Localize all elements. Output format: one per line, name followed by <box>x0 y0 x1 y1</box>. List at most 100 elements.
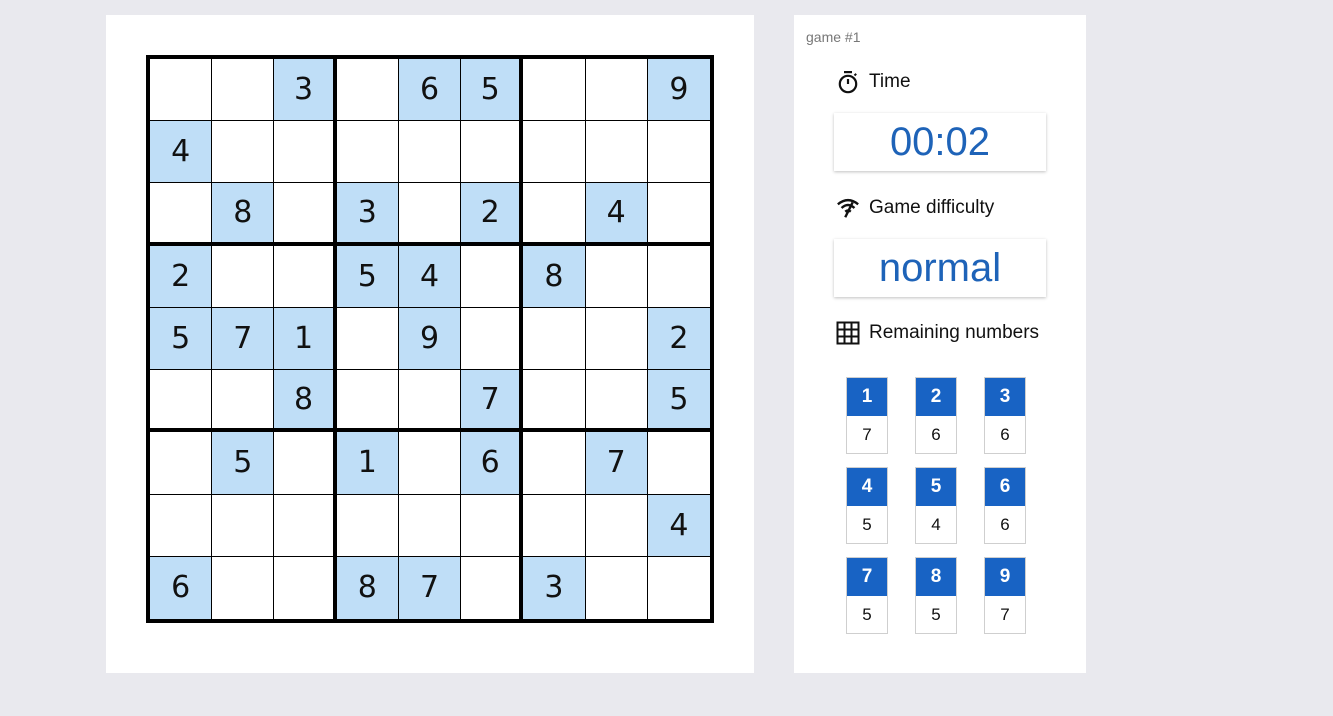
number-tile-2[interactable]: 26 <box>915 377 957 454</box>
sudoku-cell-r8c8[interactable] <box>585 494 648 557</box>
game-label: game #1 <box>806 29 861 45</box>
tile-count: 6 <box>1000 424 1010 444</box>
sudoku-cell-r7c5[interactable] <box>398 432 462 495</box>
sudoku-cell-r7c3[interactable] <box>274 432 337 495</box>
sudoku-cell-r2c4[interactable] <box>336 121 399 184</box>
sudoku-cell-r5c3[interactable]: 1 <box>274 307 337 371</box>
sudoku-cell-r5c8[interactable] <box>585 307 648 371</box>
sudoku-cell-r2c5[interactable] <box>398 121 462 184</box>
sudoku-cell-r1c8[interactable] <box>585 59 648 122</box>
sudoku-cell-r9c8[interactable] <box>585 556 648 619</box>
sudoku-cell-r4c3[interactable] <box>274 245 337 308</box>
sudoku-cell-r1c6[interactable]: 5 <box>461 59 524 122</box>
sudoku-cell-r6c7[interactable] <box>523 370 586 433</box>
stopwatch-icon <box>836 70 860 94</box>
sudoku-cell-r6c8[interactable] <box>585 370 648 433</box>
number-tile-8[interactable]: 85 <box>915 557 957 634</box>
sudoku-cell-r2c9[interactable] <box>647 121 710 184</box>
sudoku-cell-r3c8[interactable]: 4 <box>585 183 648 246</box>
sudoku-cell-r2c8[interactable] <box>585 121 648 184</box>
sudoku-cell-r9c1[interactable]: 6 <box>150 556 213 619</box>
sudoku-cell-r1c2[interactable] <box>212 59 275 122</box>
number-tile-3[interactable]: 36 <box>984 377 1026 454</box>
sudoku-cell-r4c7[interactable]: 8 <box>523 245 586 308</box>
sudoku-cell-r1c5[interactable]: 6 <box>398 59 462 122</box>
sudoku-cell-r3c6[interactable]: 2 <box>461 183 524 246</box>
sudoku-cell-r4c5[interactable]: 4 <box>398 245 462 308</box>
sudoku-cell-r1c3[interactable]: 3 <box>274 59 337 122</box>
sudoku-cell-r3c9[interactable] <box>647 183 710 246</box>
sudoku-cell-r2c1[interactable]: 4 <box>150 121 213 184</box>
number-tile-7[interactable]: 75 <box>846 557 888 634</box>
sudoku-cell-r2c2[interactable] <box>212 121 275 184</box>
sudoku-cell-r6c9[interactable]: 5 <box>647 370 710 433</box>
sudoku-cell-r4c8[interactable] <box>585 245 648 308</box>
sudoku-cell-r7c8[interactable]: 7 <box>585 432 648 495</box>
sudoku-cell-r5c1[interactable]: 5 <box>150 307 213 371</box>
sudoku-cell-r8c7[interactable] <box>523 494 586 557</box>
sudoku-cell-r3c1[interactable] <box>150 183 213 246</box>
sudoku-cell-r1c9[interactable]: 9 <box>647 59 710 122</box>
sudoku-cell-r9c7[interactable]: 3 <box>523 556 586 619</box>
difficulty-header: Game difficulty <box>836 196 994 220</box>
sudoku-cell-r7c6[interactable]: 6 <box>461 432 524 495</box>
sudoku-cell-r8c1[interactable] <box>150 494 213 557</box>
sudoku-cell-r6c2[interactable] <box>212 370 275 433</box>
difficulty-label: Game difficulty <box>869 197 995 218</box>
sudoku-cell-r3c2[interactable]: 8 <box>212 183 275 246</box>
tile-count: 5 <box>931 604 941 624</box>
sudoku-cell-r5c2[interactable]: 7 <box>212 307 275 371</box>
sudoku-cell-r6c1[interactable] <box>150 370 213 433</box>
sudoku-cell-r2c6[interactable] <box>461 121 524 184</box>
sudoku-cell-r8c2[interactable] <box>212 494 275 557</box>
sudoku-cell-r8c6[interactable] <box>461 494 524 557</box>
sudoku-cell-r1c7[interactable] <box>523 59 586 122</box>
sudoku-cell-r6c3[interactable]: 8 <box>274 370 337 433</box>
tile-count: 5 <box>862 514 872 534</box>
sudoku-cell-r1c1[interactable] <box>150 59 213 122</box>
number-tile-1[interactable]: 17 <box>846 377 888 454</box>
sudoku-cell-r8c4[interactable] <box>336 494 399 557</box>
tile-count: 7 <box>862 424 872 444</box>
sudoku-cell-r1c4[interactable] <box>336 59 399 122</box>
sudoku-cell-r9c9[interactable] <box>647 556 710 619</box>
number-tile-4[interactable]: 45 <box>846 467 888 544</box>
sudoku-cell-r9c5[interactable]: 7 <box>398 556 462 619</box>
sudoku-cell-r6c6[interactable]: 7 <box>461 370 524 433</box>
sudoku-cell-r5c6[interactable] <box>461 307 524 371</box>
sudoku-cell-r9c4[interactable]: 8 <box>336 556 399 619</box>
tile-digit: 3 <box>985 378 1025 416</box>
sudoku-cell-r7c7[interactable] <box>523 432 586 495</box>
sudoku-cell-r3c3[interactable] <box>274 183 337 246</box>
sudoku-cell-r7c1[interactable] <box>150 432 213 495</box>
sudoku-cell-r5c4[interactable] <box>336 307 399 371</box>
sudoku-cell-r9c2[interactable] <box>212 556 275 619</box>
sudoku-cell-r6c4[interactable] <box>336 370 399 433</box>
sudoku-cell-r7c2[interactable]: 5 <box>212 432 275 495</box>
sudoku-cell-r8c3[interactable] <box>274 494 337 557</box>
sudoku-cell-r4c1[interactable]: 2 <box>150 245 213 308</box>
sudoku-cell-r4c9[interactable] <box>647 245 710 308</box>
sudoku-cell-r2c3[interactable] <box>274 121 337 184</box>
sudoku-cell-r4c4[interactable]: 5 <box>336 245 399 308</box>
sudoku-cell-r8c9[interactable]: 4 <box>647 494 710 557</box>
number-tile-5[interactable]: 54 <box>915 467 957 544</box>
sudoku-cell-r9c6[interactable] <box>461 556 524 619</box>
sudoku-cell-r8c5[interactable] <box>398 494 462 557</box>
sudoku-cell-r9c3[interactable] <box>274 556 337 619</box>
sudoku-cell-r5c7[interactable] <box>523 307 586 371</box>
sudoku-cell-r6c5[interactable] <box>398 370 462 433</box>
sudoku-cell-r7c9[interactable] <box>647 432 710 495</box>
sudoku-cell-r3c5[interactable] <box>398 183 462 246</box>
sudoku-cell-r7c4[interactable]: 1 <box>336 432 399 495</box>
number-tile-6[interactable]: 66 <box>984 467 1026 544</box>
sudoku-cell-r4c2[interactable] <box>212 245 275 308</box>
tile-count: 5 <box>862 604 872 624</box>
sudoku-cell-r3c7[interactable] <box>523 183 586 246</box>
sudoku-cell-r5c9[interactable]: 2 <box>647 307 710 371</box>
sudoku-cell-r5c5[interactable]: 9 <box>398 307 462 371</box>
sudoku-cell-r2c7[interactable] <box>523 121 586 184</box>
sudoku-cell-r3c4[interactable]: 3 <box>336 183 399 246</box>
number-tile-9[interactable]: 97 <box>984 557 1026 634</box>
sudoku-cell-r4c6[interactable] <box>461 245 524 308</box>
